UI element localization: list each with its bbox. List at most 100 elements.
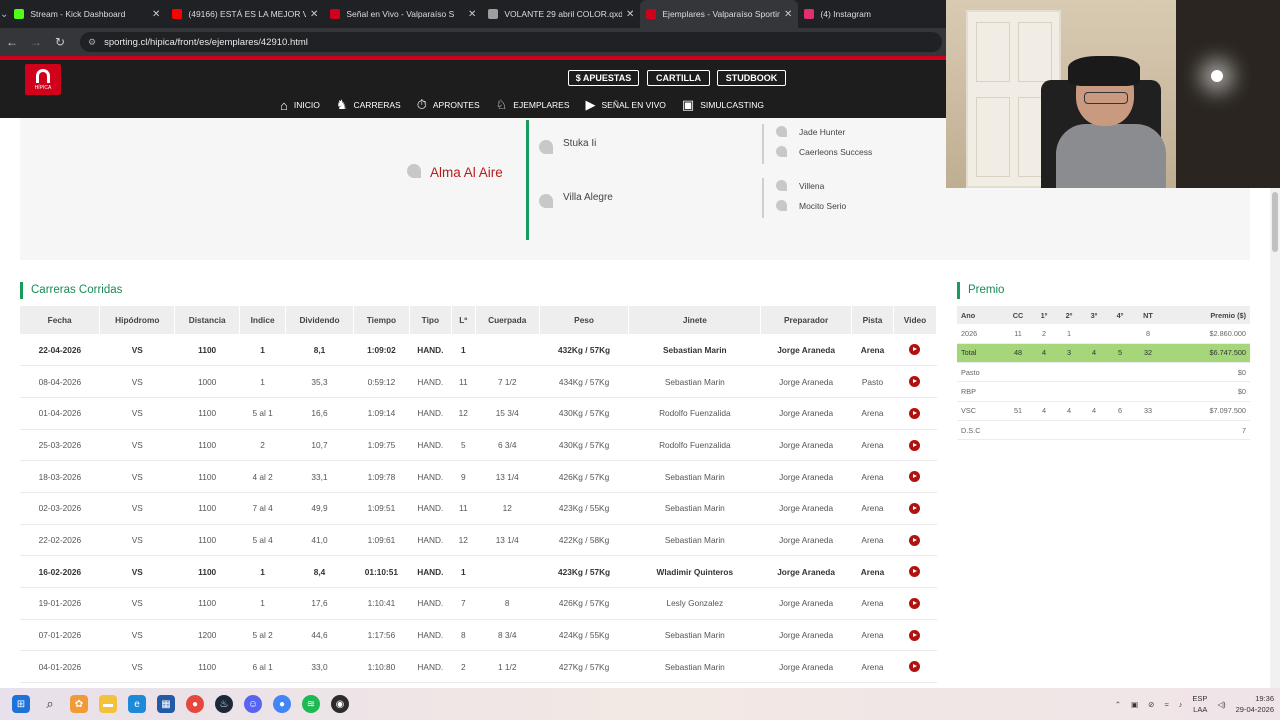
column-header[interactable]: Fecha bbox=[20, 306, 101, 334]
cell-preparador[interactable]: Jorge Araneda bbox=[760, 429, 852, 462]
discord-icon[interactable]: ☺ bbox=[244, 695, 262, 713]
browser-tab[interactable]: Stream - Kick Dashboard ✕ bbox=[8, 0, 166, 28]
column-header[interactable]: Tiempo bbox=[353, 306, 410, 334]
browser-tab[interactable]: Ejemplares - Valparaíso Sportin ✕ bbox=[640, 0, 799, 28]
cell-preparador[interactable]: Jorge Araneda bbox=[760, 650, 852, 684]
forward-button[interactable]: → bbox=[24, 35, 48, 49]
clock[interactable]: 19:36 29-04-2026 bbox=[1236, 693, 1274, 715]
play-video-icon[interactable] bbox=[909, 566, 921, 578]
cell-jinete[interactable]: Sebastian Marin bbox=[628, 650, 761, 684]
cell-jinete[interactable]: Sebastian Marin bbox=[628, 334, 761, 367]
column-header[interactable]: Preparador bbox=[760, 306, 853, 334]
nav-item-aprontes[interactable]: ⏱ APRONTES bbox=[417, 90, 480, 120]
cell-preparador[interactable]: Jorge Araneda bbox=[760, 555, 852, 588]
column-header[interactable]: Jinete bbox=[628, 306, 762, 334]
play-video-icon[interactable] bbox=[909, 629, 921, 641]
cell-preparador[interactable]: Jorge Araneda bbox=[760, 524, 852, 557]
tab-close-icon[interactable]: ✕ bbox=[152, 9, 160, 20]
cell-jinete[interactable]: Lesly Gonzalez bbox=[628, 587, 761, 620]
tab-close-icon[interactable]: ✕ bbox=[310, 9, 318, 20]
sire-dam-name[interactable]: Caerleons Success bbox=[799, 147, 872, 157]
play-video-icon[interactable] bbox=[909, 661, 921, 673]
column-header[interactable]: Peso bbox=[539, 306, 630, 334]
cell-preparador[interactable]: Jorge Araneda bbox=[760, 619, 852, 652]
tab-close-icon[interactable]: ✕ bbox=[626, 9, 634, 20]
column-header[interactable]: Tipo bbox=[409, 306, 452, 334]
start-icon[interactable]: ⊞ bbox=[12, 695, 30, 713]
browser-tab[interactable]: Señal en Vivo - Valparaíso S ✕ bbox=[324, 0, 482, 28]
language-indicator[interactable]: ESP LAA bbox=[1192, 693, 1207, 715]
site-logo[interactable]: HÍPICA bbox=[25, 64, 61, 95]
column-header[interactable]: Pista bbox=[851, 306, 894, 334]
column-header[interactable]: Indice bbox=[239, 306, 287, 334]
play-video-icon[interactable] bbox=[909, 598, 921, 609]
edge-icon[interactable]: e bbox=[128, 695, 146, 713]
sire-name[interactable]: Stuka Ii bbox=[563, 138, 596, 149]
obs-icon[interactable]: ◉ bbox=[331, 695, 349, 713]
play-video-icon[interactable] bbox=[909, 344, 921, 356]
cell-jinete[interactable]: Rodolfo Fuenzalida bbox=[628, 429, 761, 462]
apuestas-button[interactable]: $ APUESTAS bbox=[568, 70, 639, 86]
cartilla-button[interactable]: CARTILLA bbox=[647, 70, 710, 86]
nav-item-simulcasting[interactable]: ▣ SIMULCASTING bbox=[682, 90, 764, 120]
microphone-icon[interactable]: ♪ bbox=[1179, 700, 1183, 709]
nav-item-inicio[interactable]: ⌂ INICIO bbox=[280, 90, 320, 120]
column-header[interactable]: Dividendo bbox=[285, 306, 354, 334]
play-video-icon[interactable] bbox=[909, 502, 921, 514]
page-scrollbar[interactable] bbox=[1270, 188, 1280, 688]
tab-close-icon[interactable]: ✕ bbox=[468, 9, 476, 20]
widgets-icon[interactable]: ✿ bbox=[70, 695, 88, 713]
browser-tab[interactable]: (4) Instagram bbox=[798, 0, 956, 28]
column-header[interactable]: Video bbox=[893, 306, 938, 334]
cell-preparador[interactable]: Jorge Araneda bbox=[760, 587, 852, 620]
play-video-icon[interactable] bbox=[909, 407, 921, 419]
browser-tab[interactable]: (49166) ESTÁ ES LA MEJOR VE ✕ bbox=[166, 0, 324, 28]
column-header[interactable]: Lº bbox=[451, 306, 476, 334]
nav-item-señal-en-vivo[interactable]: ▶ SEÑAL EN VIVO bbox=[586, 90, 666, 120]
column-header[interactable]: Distancia bbox=[174, 306, 241, 334]
play-video-icon[interactable] bbox=[909, 439, 921, 451]
tray-app-icon[interactable]: ▣ bbox=[1131, 700, 1138, 709]
tab-search-button[interactable]: ⌄ bbox=[0, 0, 8, 28]
reload-button[interactable]: ↻ bbox=[48, 35, 72, 49]
nav-item-ejemplares[interactable]: ♘ EJEMPLARES bbox=[495, 90, 570, 122]
chrome-profile-icon[interactable]: ● bbox=[273, 695, 291, 713]
back-button[interactable]: ← bbox=[0, 35, 24, 49]
play-video-icon[interactable] bbox=[909, 471, 921, 483]
tab-close-icon[interactable]: ✕ bbox=[784, 9, 792, 20]
search-icon[interactable]: ⌕ bbox=[41, 695, 59, 713]
wifi-icon[interactable]: ≈ bbox=[1164, 700, 1168, 709]
cell-jinete[interactable]: Sebastian Marin bbox=[628, 619, 761, 652]
cell-preparador[interactable]: Jorge Araneda bbox=[760, 365, 852, 398]
scrollbar-thumb[interactable] bbox=[1272, 192, 1278, 252]
play-video-icon[interactable] bbox=[909, 534, 921, 546]
cell-jinete[interactable]: Rodolfo Fuenzalida bbox=[628, 397, 761, 430]
column-header[interactable]: Cuerpada bbox=[475, 306, 540, 334]
chrome-icon[interactable]: ● bbox=[186, 695, 204, 713]
file-explorer-icon[interactable]: ▬ bbox=[99, 695, 117, 713]
cell-preparador[interactable]: Jorge Araneda bbox=[760, 460, 852, 493]
play-video-icon[interactable] bbox=[909, 376, 921, 388]
cell-jinete[interactable]: Sebastian Marin bbox=[628, 460, 761, 493]
nav-item-carreras[interactable]: ♞ CARRERAS bbox=[336, 90, 401, 120]
site-info-icon[interactable]: ⚙ bbox=[88, 37, 96, 48]
cell-preparador[interactable]: Jorge Araneda bbox=[760, 334, 852, 367]
column-header[interactable]: Hipódromo bbox=[99, 306, 176, 334]
cell-preparador[interactable]: Jorge Araneda bbox=[760, 397, 852, 430]
cell-jinete[interactable]: Sebastian Marin bbox=[628, 492, 761, 525]
cell-jinete[interactable]: Wladimir Quinteros bbox=[628, 555, 761, 588]
speaker-icon[interactable]: ◁) bbox=[1217, 700, 1225, 709]
dam-dam-name[interactable]: Mocito Serio bbox=[799, 201, 846, 211]
tray-network-off-icon[interactable]: ⊘ bbox=[1148, 700, 1154, 709]
cell-preparador[interactable]: Jorge Araneda bbox=[760, 492, 852, 525]
cell-jinete[interactable]: Sebastian Marin bbox=[628, 524, 761, 557]
studbook-button[interactable]: STUDBOOK bbox=[717, 70, 786, 86]
dam-sire-name[interactable]: Villena bbox=[799, 181, 824, 191]
sire-sire-name[interactable]: Jade Hunter bbox=[799, 127, 845, 137]
url-input[interactable]: ⚙ sporting.cl/hipica/front/es/ejemplares… bbox=[80, 32, 942, 52]
browser-tab[interactable]: VOLANTE 29 abril COLOR.qxd ✕ bbox=[482, 0, 640, 28]
store-icon[interactable]: ▦ bbox=[157, 695, 175, 713]
tray-chevron-icon[interactable]: ⌃ bbox=[1115, 700, 1121, 709]
cell-jinete[interactable]: Sebastian Marin bbox=[628, 365, 761, 398]
dam-name[interactable]: Villa Alegre bbox=[563, 192, 613, 203]
